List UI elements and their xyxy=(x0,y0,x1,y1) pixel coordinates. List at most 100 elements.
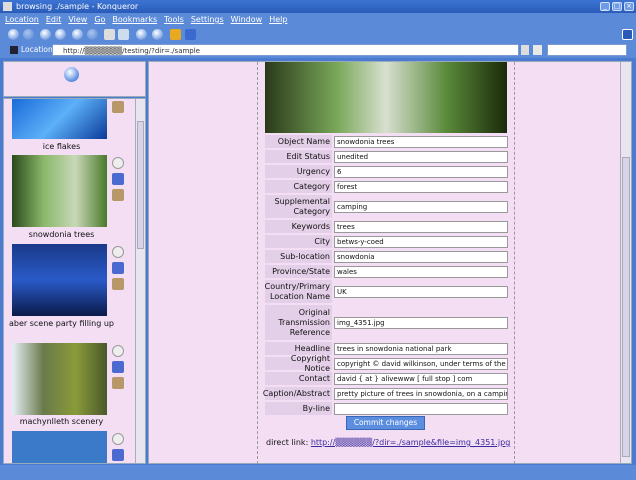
field-label: Edit Status xyxy=(265,150,332,163)
field-input[interactable]: copyright © david wilkinson, under terms… xyxy=(334,357,508,370)
close-button[interactable]: × xyxy=(624,2,634,11)
field-label: Province/State xyxy=(265,265,332,278)
thumbnail-snowdonia-trees[interactable] xyxy=(12,155,107,227)
view-icon[interactable] xyxy=(112,345,124,357)
sidebar-up-panel xyxy=(3,61,146,97)
scrollbar-thumb[interactable] xyxy=(622,157,630,457)
field-input[interactable]: pretty picture of trees in snowdonia, on… xyxy=(334,387,508,400)
maximize-button[interactable]: □ xyxy=(612,2,622,11)
minimize-button[interactable]: _ xyxy=(600,2,610,11)
kde-logo-icon xyxy=(622,29,633,40)
thumbnail-machynlleth-scenery[interactable] xyxy=(12,343,107,415)
field-input[interactable]: img_4351.jpg xyxy=(334,316,508,329)
photo-preview xyxy=(265,62,507,133)
caption-machynlleth-scenery: machynlleth scenery xyxy=(19,417,104,426)
field-input[interactable]: snowdonia xyxy=(334,250,508,263)
commit-changes-button[interactable]: Commit changes xyxy=(346,416,425,430)
edit-icon[interactable] xyxy=(112,101,124,113)
menu-bookmarks[interactable]: Bookmarks xyxy=(112,15,157,24)
title-bar: browsing ./sample - Konqueror xyxy=(0,0,636,13)
edit-icon[interactable] xyxy=(112,377,124,389)
view-icon[interactable] xyxy=(112,246,124,258)
direct-link[interactable]: http://▒▒▒▒▒▒/?dir=./sample&file=img_435… xyxy=(311,438,510,447)
location-input[interactable]: http://▒▒▒▒▒▒▒/testing/?dir=./sample xyxy=(52,44,519,56)
field-input[interactable]: betws-y-coed xyxy=(334,235,508,248)
tag-icon[interactable] xyxy=(112,173,124,185)
field-input[interactable]: trees xyxy=(334,220,508,233)
security-lock-icon[interactable] xyxy=(170,29,181,40)
thumbnail-list: ice flakes snowdonia trees aber scene pa… xyxy=(3,98,146,464)
scrollbar-thumb[interactable] xyxy=(137,121,144,249)
field-input[interactable]: trees in snowdonia national park xyxy=(334,342,508,355)
caption-snowdonia-trees: snowdonia trees xyxy=(28,230,95,239)
menu-tools[interactable]: Tools xyxy=(164,15,184,24)
field-input[interactable]: unedited xyxy=(334,150,508,163)
field-input[interactable]: camping xyxy=(334,200,508,213)
view-icon[interactable] xyxy=(112,157,124,169)
app-icon xyxy=(3,2,12,11)
sidebar-scrollbar[interactable] xyxy=(135,99,145,463)
field-label: City xyxy=(265,235,332,248)
status-bar xyxy=(0,465,636,480)
field-input[interactable]: 6 xyxy=(334,165,508,178)
field-label: Sub-location xyxy=(265,250,332,263)
back-icon[interactable] xyxy=(8,29,19,40)
menu-window[interactable]: Window xyxy=(231,15,263,24)
tag-icon[interactable] xyxy=(112,449,124,461)
field-label: Category xyxy=(265,180,332,193)
field-label: Urgency xyxy=(265,165,332,178)
find-icon[interactable] xyxy=(118,29,129,40)
menu-bar: Location Edit View Go Bookmarks Tools Settings… xyxy=(0,13,636,27)
download-icon[interactable] xyxy=(185,29,196,40)
main-scrollbar[interactable] xyxy=(620,62,631,463)
field-input[interactable]: forest xyxy=(334,180,508,193)
field-label: Keywords xyxy=(265,220,332,233)
field-input[interactable]: david { at } alivewww [ full stop ] com xyxy=(334,372,508,385)
direct-link-row: direct link: http://▒▒▒▒▒▒/?dir=./sample… xyxy=(266,438,510,447)
caption-aber-scene-party: aber scene party filling up xyxy=(9,319,114,328)
edit-icon[interactable] xyxy=(112,278,124,290)
field-label: Object Name xyxy=(265,135,332,148)
up-icon[interactable] xyxy=(40,29,51,40)
home-icon[interactable] xyxy=(55,29,66,40)
search-input[interactable] xyxy=(547,44,627,56)
caption-ice-flakes: ice flakes xyxy=(42,142,81,151)
go-icon[interactable] xyxy=(533,45,542,55)
field-input[interactable] xyxy=(334,402,508,415)
thumbnail-aber-scene-party[interactable] xyxy=(12,244,107,316)
forward-icon[interactable] xyxy=(23,29,34,40)
field-input[interactable]: UK xyxy=(334,285,508,298)
stop-icon[interactable] xyxy=(87,29,98,40)
thumbnail-ice-flakes[interactable] xyxy=(12,99,107,139)
field-input[interactable]: snowdonia trees xyxy=(334,135,508,148)
menu-view[interactable]: View xyxy=(68,15,87,24)
print-icon[interactable] xyxy=(104,29,115,40)
parent-directory-icon[interactable] xyxy=(64,67,79,82)
tag-icon[interactable] xyxy=(112,361,124,373)
view-icon[interactable] xyxy=(112,433,124,445)
window-title: browsing ./sample - Konqueror xyxy=(16,2,139,11)
field-label: Copyright Notice xyxy=(265,354,332,373)
toolbar xyxy=(0,27,636,42)
field-label: Caption/Abstract xyxy=(263,387,332,400)
thumbnail-next[interactable] xyxy=(12,431,107,463)
zoom-out-icon[interactable] xyxy=(152,29,163,40)
location-label: Location: xyxy=(21,45,56,54)
location-dropdown-button[interactable] xyxy=(521,45,529,55)
menu-go[interactable]: Go xyxy=(94,15,105,24)
field-label: Contact xyxy=(265,372,332,385)
menu-location[interactable]: Location xyxy=(5,15,39,24)
reload-icon[interactable] xyxy=(72,29,83,40)
field-label: Country/Primary Location Name xyxy=(265,280,332,303)
field-input[interactable]: wales xyxy=(334,265,508,278)
menu-help[interactable]: Help xyxy=(269,15,287,24)
menu-settings[interactable]: Settings xyxy=(191,15,224,24)
field-label: Supplemental Category xyxy=(265,195,332,218)
menu-edit[interactable]: Edit xyxy=(46,15,62,24)
edit-icon[interactable] xyxy=(112,189,124,201)
tag-icon[interactable] xyxy=(112,262,124,274)
field-label: Original Transmission Reference xyxy=(265,305,332,340)
zoom-in-icon[interactable] xyxy=(136,29,147,40)
field-label: By-line xyxy=(265,402,332,415)
clear-location-icon[interactable] xyxy=(10,46,18,54)
